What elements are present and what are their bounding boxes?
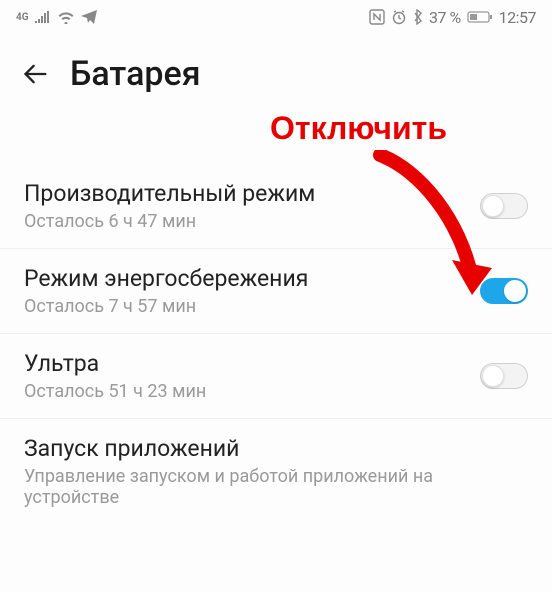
wifi-icon	[57, 10, 75, 24]
status-bar: 4G 37 % 12:57	[0, 0, 552, 32]
alarm-icon	[391, 9, 407, 25]
toggle-ultra[interactable]	[480, 363, 528, 389]
status-right: 37 % 12:57	[369, 8, 536, 27]
send-icon	[81, 10, 97, 24]
nfc-icon	[369, 9, 385, 25]
row-subtitle: Осталось 51 ч 23 мин	[24, 381, 480, 402]
annotation-arrow-icon	[360, 150, 500, 314]
clock-label: 12:57	[499, 8, 536, 27]
battery-percent-label: 37 %	[429, 8, 461, 27]
row-text: Ультра Осталось 51 ч 23 мин	[24, 350, 480, 402]
page-title: Батарея	[70, 54, 201, 94]
row-text: Запуск приложений Управление запуском и …	[24, 435, 528, 508]
row-title: Запуск приложений	[24, 435, 528, 462]
row-title: Ультра	[24, 350, 480, 377]
status-left: 4G	[16, 10, 97, 24]
row-app-launch[interactable]: Запуск приложений Управление запуском и …	[0, 419, 552, 524]
network-type-label: 4G	[16, 12, 29, 23]
battery-icon	[467, 10, 493, 24]
row-ultra[interactable]: Ультра Осталось 51 ч 23 мин	[0, 334, 552, 419]
row-subtitle: Управление запуском и работой приложений…	[24, 466, 528, 508]
bluetooth-icon	[413, 9, 423, 25]
annotation-label: Отключить	[270, 110, 447, 147]
signal-icon	[35, 11, 51, 23]
page-header: Батарея	[0, 32, 552, 104]
back-button[interactable]	[22, 60, 50, 88]
